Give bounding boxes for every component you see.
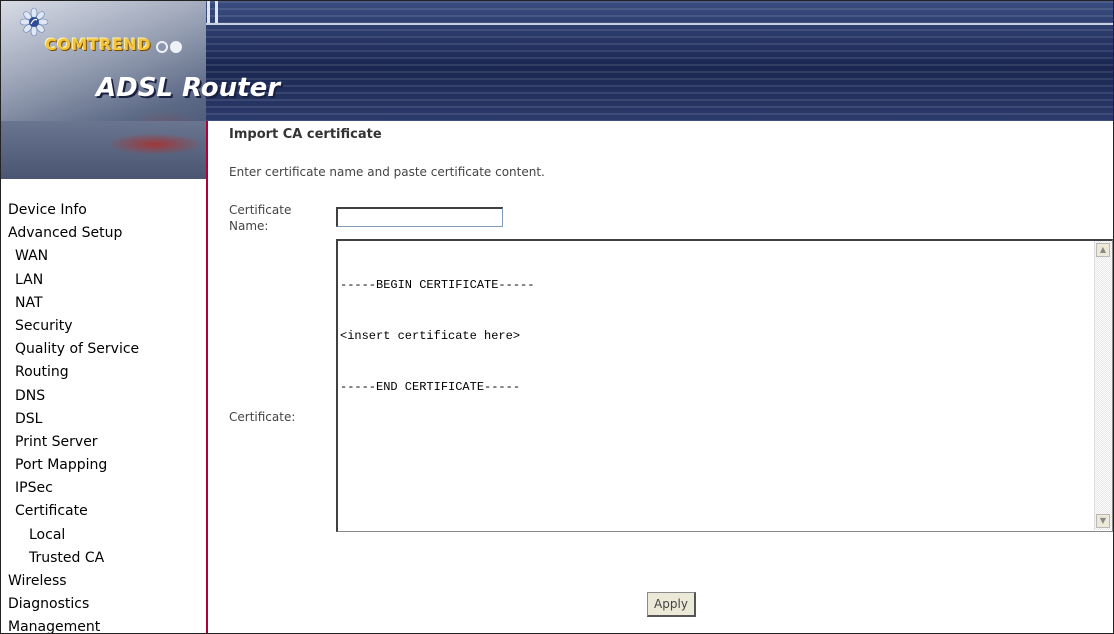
banner-accent-bar <box>207 1 210 23</box>
certificate-name-input[interactable] <box>336 207 503 227</box>
sidebar-item-certificate[interactable]: Certificate <box>1 500 139 523</box>
sidebar-item-security[interactable]: Security <box>1 315 139 338</box>
brand-dots <box>156 38 184 57</box>
sidebar-item-advanced-setup[interactable]: Advanced Setup <box>1 222 139 245</box>
sidebar-item-management[interactable]: Management <box>1 616 139 633</box>
sidebar-item-trusted-ca[interactable]: Trusted CA <box>1 547 139 570</box>
certificate-line: -----END CERTIFICATE----- <box>340 380 521 394</box>
brand-name: COMTREND <box>45 35 152 54</box>
sidebar-item-quality-of-service[interactable]: Quality of Service <box>1 338 139 361</box>
sidebar-header-graphic <box>1 121 206 179</box>
brand-dot <box>170 41 182 53</box>
certificate-line: <insert certificate here> <box>340 329 521 343</box>
sidebar-item-port-mapping[interactable]: Port Mapping <box>1 454 139 477</box>
header-banner: COMTREND ADSL Router <box>1 1 1113 121</box>
sidebar-item-print-server[interactable]: Print Server <box>1 431 139 454</box>
brand-dot <box>156 41 168 53</box>
flower-logo-icon <box>19 7 49 37</box>
sidebar-menu: Device Info Advanced Setup WAN LAN NAT Securi… <box>1 199 139 633</box>
banner-stripes <box>206 1 1113 121</box>
certificate-label: Certificate: <box>229 410 296 424</box>
sidebar-item-wireless[interactable]: Wireless <box>1 570 139 593</box>
certificate-name-label: Certificate Name: <box>229 203 292 233</box>
sidebar-item-dsl[interactable]: DSL <box>1 408 139 431</box>
page-description: Enter certificate name and paste certifi… <box>229 165 545 179</box>
banner-accent-line <box>206 23 1113 25</box>
apply-button[interactable]: Apply <box>647 592 696 617</box>
textarea-scrollbar[interactable]: ▲ ▼ <box>1094 241 1112 530</box>
certificate-line: -----BEGIN CERTIFICATE----- <box>340 278 535 292</box>
certificate-content[interactable]: -----BEGIN CERTIFICATE----- <insert cert… <box>340 243 534 430</box>
banner-accent-bar <box>215 1 218 23</box>
page-frame: COMTREND ADSL Router Device Info Advanced… <box>0 0 1114 634</box>
sidebar-item-wan[interactable]: WAN <box>1 245 139 268</box>
sidebar-item-dns[interactable]: DNS <box>1 385 139 408</box>
sidebar-item-routing[interactable]: Routing <box>1 361 139 384</box>
sidebar-item-device-info[interactable]: Device Info <box>1 199 139 222</box>
sidebar-item-lan[interactable]: LAN <box>1 269 139 292</box>
sidebar-item-local[interactable]: Local <box>1 524 139 547</box>
page-title: Import CA certificate <box>229 127 382 142</box>
certificate-textarea[interactable]: -----BEGIN CERTIFICATE----- <insert cert… <box>336 239 1113 532</box>
sidebar-item-diagnostics[interactable]: Diagnostics <box>1 593 139 616</box>
scroll-down-arrow-icon[interactable]: ▼ <box>1096 514 1110 528</box>
product-title: ADSL Router <box>96 73 281 103</box>
sidebar-item-ipsec[interactable]: IPSec <box>1 477 139 500</box>
sidebar-nav: Device Info Advanced Setup WAN LAN NAT Securi… <box>1 121 208 633</box>
scroll-up-arrow-icon[interactable]: ▲ <box>1096 243 1110 257</box>
sidebar-item-nat[interactable]: NAT <box>1 292 139 315</box>
